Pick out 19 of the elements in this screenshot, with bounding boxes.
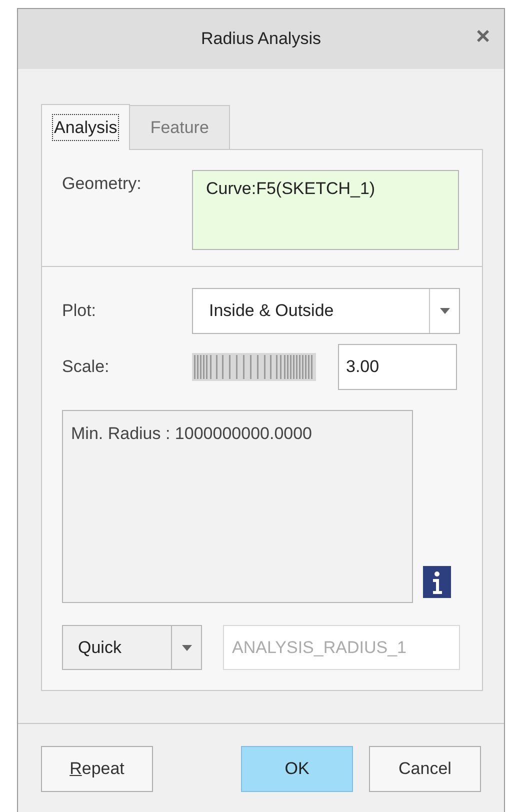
plot-label: Plot: xyxy=(62,300,98,322)
info-icon[interactable] xyxy=(423,566,451,598)
caret-icon xyxy=(182,644,192,650)
mode-dropdown[interactable]: Quick xyxy=(62,625,202,670)
caret-icon xyxy=(440,308,450,314)
thumbwheel-control[interactable] xyxy=(192,353,316,381)
close-button[interactable]: × xyxy=(476,25,490,49)
scale-label: Scale: xyxy=(62,356,110,378)
geometry-label: Geometry: xyxy=(62,173,142,195)
tab[interactable]: Analysis xyxy=(41,104,130,150)
dialog-button[interactable]: Repeat xyxy=(41,746,153,792)
dialog-button[interactable]: Cancel xyxy=(369,746,481,792)
dialog-button[interactable]: OK xyxy=(241,746,353,792)
window-title: Radius Analysis xyxy=(200,28,321,50)
tab[interactable]: Feature xyxy=(130,105,230,149)
result-text-area: Min. Radius : 1000000000.0000 xyxy=(62,410,413,603)
plot-dropdown[interactable]: Inside & Outside xyxy=(192,288,460,334)
scale-input-field[interactable]: 3.00 xyxy=(338,344,457,390)
geometry-collector-field[interactable]: Curve:F5(SKETCH_1) xyxy=(192,170,459,250)
